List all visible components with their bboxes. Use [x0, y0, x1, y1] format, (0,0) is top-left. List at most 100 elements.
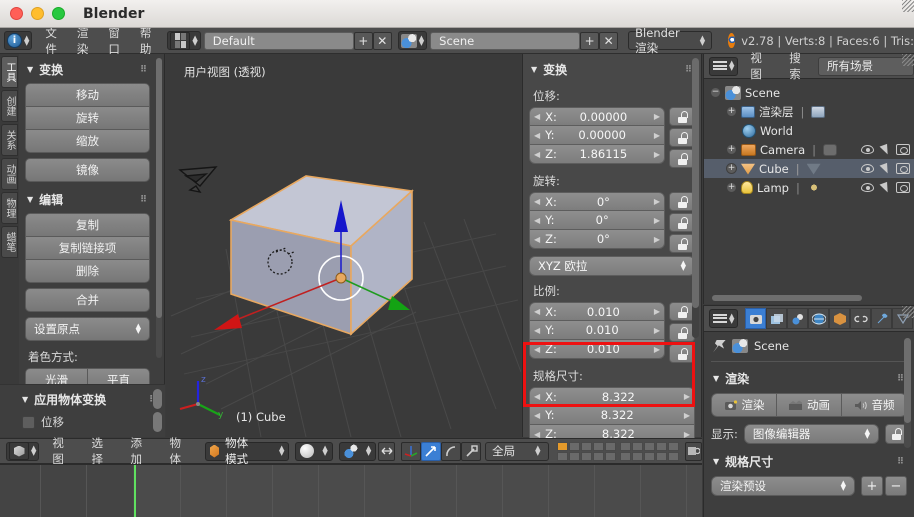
- transform-panel-header[interactable]: ▼ 变换 ⠿: [25, 58, 150, 83]
- rotate-button[interactable]: 旋转: [25, 107, 150, 130]
- camera-data-icon[interactable]: [823, 143, 838, 156]
- collapse-toggle-icon[interactable]: −: [710, 87, 721, 98]
- mesh-data-icon[interactable]: [806, 163, 821, 175]
- edit-panel-header[interactable]: ▼ 编辑 ⠿: [25, 188, 150, 213]
- selectability-cursor-icon[interactable]: [879, 162, 891, 175]
- outliner-row-camera[interactable]: + Camera |: [704, 140, 914, 159]
- selectability-cursor-icon[interactable]: [879, 181, 891, 194]
- increment-arrow-icon[interactable]: ▶: [654, 112, 660, 121]
- outliner-row-scene[interactable]: − Scene: [704, 83, 914, 102]
- increment-arrow-icon[interactable]: ▶: [654, 216, 660, 225]
- decrement-arrow-icon[interactable]: ◀: [534, 235, 540, 244]
- increment-arrow-icon[interactable]: ▶: [654, 307, 660, 316]
- renderability-camera-icon[interactable]: [896, 182, 910, 193]
- scene-name-field[interactable]: Scene: [430, 31, 581, 50]
- layer-cell-4[interactable]: [593, 441, 605, 451]
- increment-arrow-icon[interactable]: ▶: [684, 392, 690, 401]
- rotate-manipulator-button[interactable]: [441, 441, 462, 461]
- decrement-arrow-icon[interactable]: ◀: [534, 150, 540, 159]
- tab-grease-pencil[interactable]: 蜡笔: [1, 226, 18, 258]
- expand-toggle-icon[interactable]: +: [726, 144, 737, 155]
- outliner-display-mode-dropdown[interactable]: 所有场景: [817, 56, 914, 76]
- manipulator-axis-icon-button[interactable]: [401, 441, 422, 461]
- visibility-eye-icon[interactable]: [861, 164, 874, 173]
- outliner-row-world[interactable]: World: [704, 121, 914, 140]
- increment-arrow-icon[interactable]: ▶: [654, 131, 660, 140]
- decrement-arrow-icon[interactable]: ◀: [534, 216, 540, 225]
- layer-cell-5[interactable]: [605, 441, 617, 451]
- dimension-x-field[interactable]: ◀ X: 8.322 ▶: [529, 387, 695, 406]
- layer-cell-11[interactable]: [557, 451, 569, 461]
- dimension-y-field[interactable]: ◀ Y: 8.322 ▶: [529, 406, 695, 425]
- scrollbar-thumb-2[interactable]: [153, 412, 162, 432]
- render-panel-header[interactable]: ▼ 渲染 ⠿: [711, 368, 907, 393]
- header-corner-grip[interactable]: [902, 0, 914, 12]
- scale-z-field[interactable]: ◀ Z: 0.010 ▶: [529, 340, 665, 359]
- rotation-x-field[interactable]: ◀ X: 0° ▶: [529, 192, 665, 211]
- outliner-row-lamp[interactable]: + Lamp |: [704, 178, 914, 197]
- layer-cell-17[interactable]: [632, 451, 644, 461]
- apply-panel-scrollbar[interactable]: [153, 389, 162, 433]
- snap-toggle-button[interactable]: [378, 441, 396, 461]
- expand-toggle-icon[interactable]: +: [726, 106, 737, 117]
- dimensions-panel-header[interactable]: ▼ 规格尺寸 ⠿: [711, 451, 907, 476]
- layer-cell-18[interactable]: [644, 451, 656, 461]
- info-editor-type-button[interactable]: i ▲ ▼: [4, 31, 33, 50]
- scrollbar-thumb[interactable]: [153, 389, 162, 409]
- layer-cell-6[interactable]: [620, 441, 632, 451]
- n-panel-scrollbar[interactable]: [692, 58, 699, 338]
- layer-cell-3[interactable]: [581, 441, 593, 451]
- transform-orientation-dropdown[interactable]: 全局 ▲ ▼: [485, 441, 550, 461]
- window-controls[interactable]: [0, 7, 65, 20]
- properties-corner-grip[interactable]: [902, 306, 914, 318]
- outliner-menu-search[interactable]: 搜索: [779, 48, 816, 84]
- increment-arrow-icon[interactable]: ▶: [654, 326, 660, 335]
- decrement-arrow-icon[interactable]: ◀: [534, 411, 540, 420]
- minimize-window-button[interactable]: [31, 7, 44, 20]
- decrement-arrow-icon[interactable]: ◀: [534, 345, 540, 354]
- layer-cell-2[interactable]: [569, 441, 581, 451]
- tab-animation[interactable]: 动画: [1, 158, 18, 190]
- outliner-row-render-layers[interactable]: + 渲染层 |: [704, 102, 914, 121]
- properties-editor-type-button[interactable]: ▲ ▼: [709, 309, 739, 328]
- layer-cell-20[interactable]: [668, 451, 680, 461]
- translate-manipulator-button[interactable]: [421, 441, 442, 461]
- rotation-mode-dropdown[interactable]: XYZ 欧拉 ▲ ▼: [529, 256, 695, 276]
- visibility-eye-icon[interactable]: [861, 145, 874, 154]
- render-still-button[interactable]: 渲染: [711, 393, 776, 417]
- interaction-mode-dropdown[interactable]: 物体模式 ▲ ▼: [204, 436, 290, 466]
- scene-browse-button[interactable]: ▲ ▼: [397, 31, 428, 50]
- object-tab-icon[interactable]: [829, 308, 851, 329]
- constraints-tab-icon[interactable]: [850, 308, 872, 329]
- layer-cell-10[interactable]: [668, 441, 680, 451]
- n-panel-transform-header[interactable]: ▼ 变换 ⠿: [529, 58, 695, 83]
- decrement-arrow-icon[interactable]: ◀: [534, 112, 540, 121]
- add-preset-button[interactable]: +: [861, 476, 883, 496]
- scrollbar-thumb[interactable]: [904, 338, 911, 423]
- lock-scale-z-button[interactable]: [669, 344, 695, 363]
- scrollbar-thumb[interactable]: [692, 58, 699, 308]
- location-x-field[interactable]: ◀ X: 0.00000 ▶: [529, 107, 665, 126]
- render-animation-button[interactable]: 动画: [776, 393, 842, 417]
- mirror-button[interactable]: 镜像: [25, 158, 150, 182]
- apply-panel-header[interactable]: ▼ 应用物体变换 ⠿: [22, 391, 157, 408]
- layer-cell-1[interactable]: [557, 441, 569, 451]
- world-tab-icon[interactable]: [808, 308, 830, 329]
- pin-icon[interactable]: [713, 339, 726, 353]
- layer-grid-bottom[interactable]: [620, 441, 680, 461]
- display-mode-dropdown[interactable]: 图像编辑器 ▲ ▼: [743, 424, 879, 444]
- join-button[interactable]: 合并: [25, 288, 150, 312]
- outliner-menu-view[interactable]: 视图: [740, 48, 777, 84]
- increment-arrow-icon[interactable]: ▶: [654, 197, 660, 206]
- remove-preset-button[interactable]: −: [885, 476, 907, 496]
- lock-to-scene-button[interactable]: [685, 441, 703, 461]
- tool-shelf-scrollbar[interactable]: [156, 58, 162, 358]
- properties-editor-scrollbar[interactable]: [904, 338, 911, 448]
- scale-x-field[interactable]: ◀ X: 0.010 ▶: [529, 302, 665, 321]
- layer-cell-8[interactable]: [644, 441, 656, 451]
- scene-tab-icon[interactable]: [787, 308, 809, 329]
- decrement-arrow-icon[interactable]: ◀: [534, 197, 540, 206]
- delete-button[interactable]: 删除: [25, 260, 150, 283]
- add-scene-button[interactable]: +: [580, 31, 600, 50]
- location-z-field[interactable]: ◀ Z: 1.86115 ▶: [529, 145, 665, 164]
